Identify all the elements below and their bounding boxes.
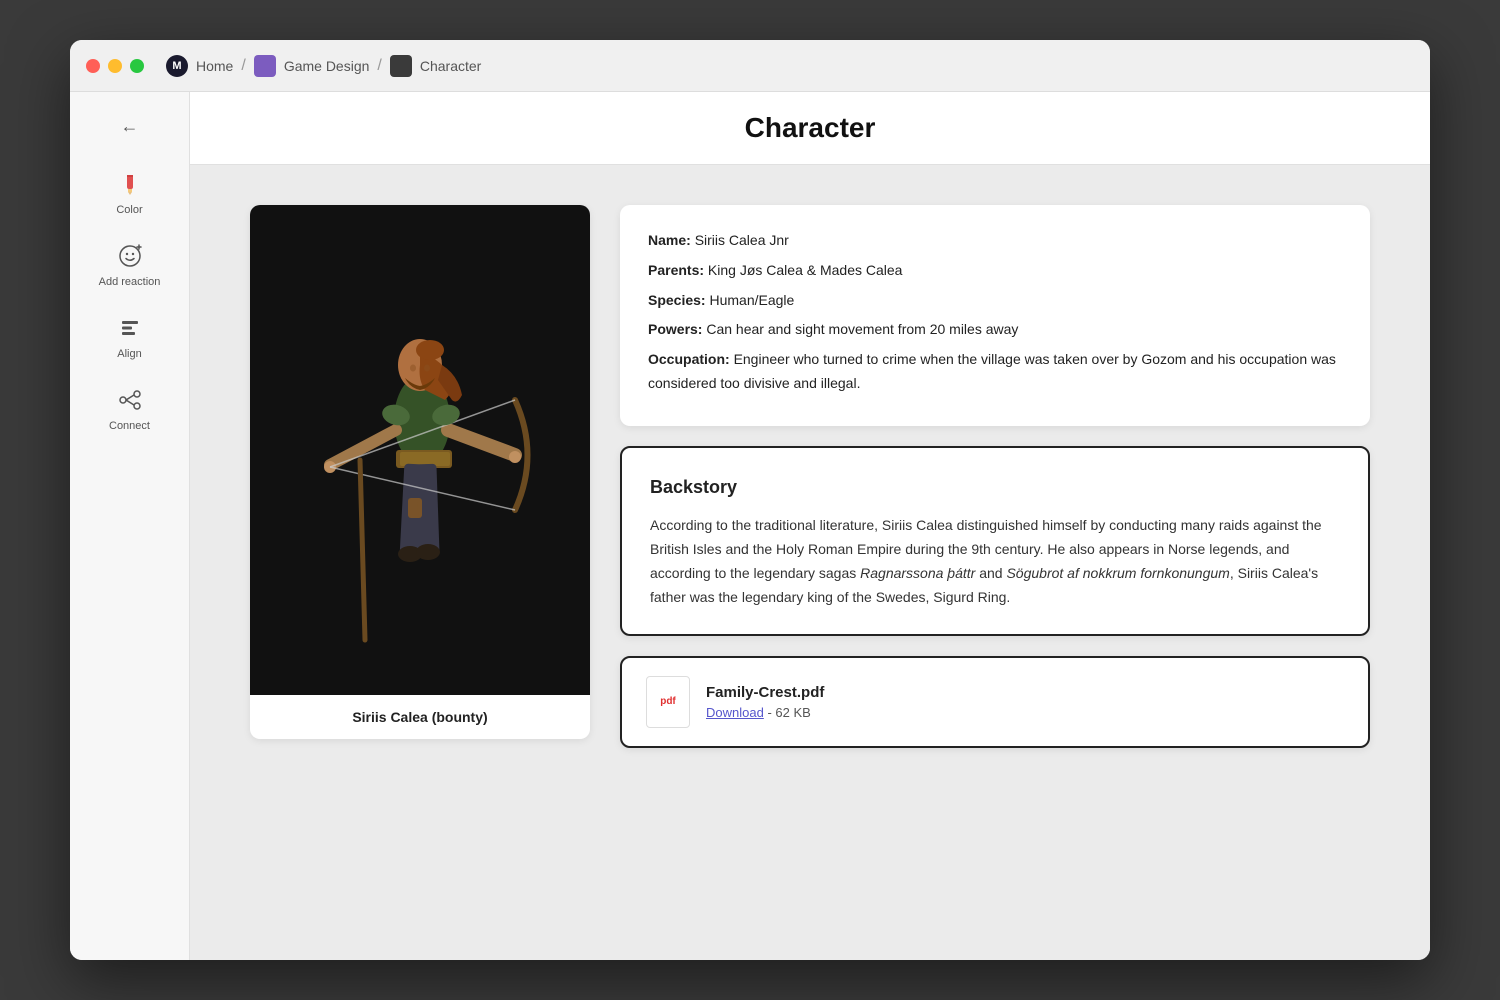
download-link[interactable]: Download [706, 705, 764, 720]
pdf-icon: pdf [646, 676, 690, 728]
file-name: Family-Crest.pdf [706, 684, 824, 701]
close-button[interactable] [86, 59, 100, 73]
align-label: Align [117, 348, 141, 360]
file-info: Family-Crest.pdf Download - 62 KB [706, 684, 824, 720]
powers-value: Can hear and sight movement from 20 mile… [706, 321, 1018, 337]
species-label: Species: [648, 292, 706, 308]
powers-label: Powers: [648, 321, 702, 337]
backstory-and: and [975, 565, 1006, 581]
character-icon [390, 55, 412, 77]
sidebar-item-align[interactable]: Align [85, 304, 175, 368]
maximize-button[interactable] [130, 59, 144, 73]
name-label: Name: [648, 232, 691, 248]
backstory-italic1: Ragnarssona þáttr [860, 565, 975, 581]
color-icon [114, 168, 146, 200]
species-value: Human/Eagle [709, 292, 794, 308]
character-image [250, 205, 590, 695]
canvas-area: Siriis Calea (bounty) Name: Siriis Calea… [190, 165, 1430, 960]
backstory-italic2: Sögubrot af nokkrum fornkonungum [1006, 565, 1229, 581]
character-card: Siriis Calea (bounty) [250, 205, 590, 739]
field-powers: Powers: Can hear and sight movement from… [648, 318, 1342, 342]
parents-label: Parents: [648, 262, 704, 278]
breadcrumb-sep-2: / [377, 57, 381, 75]
titlebar: M Home / Game Design / Character [70, 40, 1430, 92]
connect-icon [114, 384, 146, 416]
content-area: Character [190, 92, 1430, 960]
backstory-title: Backstory [650, 472, 1340, 503]
home-icon: M [166, 55, 188, 77]
minimize-button[interactable] [108, 59, 122, 73]
backstory-text: According to the traditional literature,… [650, 514, 1340, 609]
field-parents: Parents: King Jøs Calea & Mades Calea [648, 259, 1342, 283]
sidebar: ← Color [70, 92, 190, 960]
file-size: - 62 KB [767, 705, 810, 720]
breadcrumb: M Home / Game Design / Character [166, 55, 481, 77]
add-reaction-label: Add reaction [99, 276, 161, 288]
breadcrumb-sep-1: / [241, 57, 245, 75]
page-header: Character [190, 92, 1430, 165]
file-card: pdf Family-Crest.pdf Download - 62 KB [620, 656, 1370, 748]
breadcrumb-game-label[interactable]: Game Design [284, 58, 370, 74]
breadcrumb-char-label[interactable]: Character [420, 58, 481, 74]
field-name: Name: Siriis Calea Jnr [648, 229, 1342, 253]
connect-label: Connect [109, 420, 150, 432]
add-reaction-icon [114, 240, 146, 272]
back-button[interactable]: ← [112, 108, 148, 144]
breadcrumb-home-label[interactable]: Home [196, 58, 233, 74]
backstory-card: Backstory According to the traditional l… [620, 446, 1370, 636]
occupation-value: Engineer who turned to crime when the vi… [648, 351, 1336, 391]
character-caption: Siriis Calea (bounty) [250, 695, 590, 739]
page-title: Character [190, 112, 1430, 144]
stats-card: Name: Siriis Calea Jnr Parents: King Jøs… [620, 205, 1370, 426]
field-species: Species: Human/Eagle [648, 289, 1342, 313]
color-label: Color [116, 204, 142, 216]
field-occupation: Occupation: Engineer who turned to crime… [648, 348, 1342, 396]
traffic-lights [86, 59, 144, 73]
parents-value: King Jøs Calea & Mades Calea [708, 262, 903, 278]
main-layout: ← Color [70, 92, 1430, 960]
app-window: M Home / Game Design / Character ← [70, 40, 1430, 960]
align-icon [114, 312, 146, 344]
sidebar-item-add-reaction[interactable]: Add reaction [85, 232, 175, 296]
name-value: Siriis Calea Jnr [695, 232, 789, 248]
occupation-label: Occupation: [648, 351, 730, 367]
sidebar-item-color[interactable]: Color [85, 160, 175, 224]
file-download-row: Download - 62 KB [706, 705, 824, 720]
info-panels: Name: Siriis Calea Jnr Parents: King Jøs… [620, 205, 1370, 748]
game-design-icon [254, 55, 276, 77]
sidebar-item-connect[interactable]: Connect [85, 376, 175, 440]
